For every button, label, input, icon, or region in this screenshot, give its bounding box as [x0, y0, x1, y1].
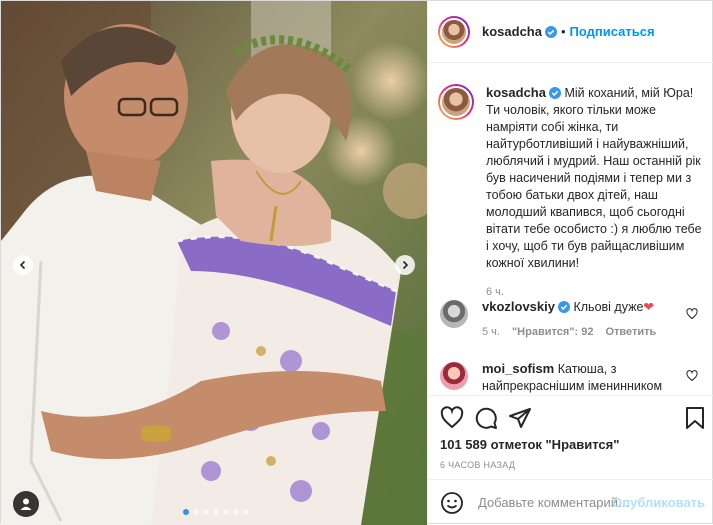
comment-like-heart-icon[interactable] — [686, 370, 698, 382]
post-actions-bar — [428, 395, 713, 439]
comment-item: moi_sofism Катюша, з найпрекраснішим іме… — [438, 360, 708, 394]
previous-photo-button[interactable] — [13, 255, 33, 275]
next-photo-button[interactable] — [395, 255, 415, 275]
comment-author-avatar[interactable] — [438, 360, 470, 392]
comment-reply-button[interactable]: Ответить — [605, 324, 656, 341]
heart-icon[interactable] — [440, 406, 464, 430]
carousel-dot — [183, 509, 189, 515]
share-icon[interactable] — [508, 406, 532, 430]
verified-badge-icon — [548, 87, 561, 99]
comment-item: vkozlovskiy Кльові дуже❤ 5 ч. "Нравится"… — [438, 298, 708, 341]
author-avatar[interactable] — [438, 15, 470, 48]
comment-text: Кльові дуже — [573, 300, 644, 314]
user-tag-icon — [20, 498, 32, 510]
bookmark-icon[interactable] — [684, 406, 706, 430]
author-username[interactable]: kosadcha — [482, 24, 542, 39]
carousel-indicator — [183, 509, 249, 515]
verified-badge-icon — [558, 301, 570, 313]
likes-count[interactable]: 101 589 отметок "Нравится" — [440, 437, 619, 452]
carousel-dot — [203, 509, 209, 515]
comment-like-count[interactable]: "Нравится": 92 — [512, 324, 593, 341]
photo-illustration — [1, 1, 427, 525]
post-timestamp[interactable]: 6 ЧАСОВ НАЗАД — [440, 460, 515, 470]
carousel-dot — [213, 509, 219, 515]
verified-badge-icon — [544, 25, 557, 38]
carousel-dot — [223, 509, 229, 515]
post-header: kosadcha • Подписаться — [428, 1, 713, 63]
comment-input[interactable]: Добавьте комментарий... — [478, 495, 629, 510]
tagged-users-button[interactable] — [13, 491, 39, 517]
carousel-dot — [233, 509, 239, 515]
caption-author-username[interactable]: kosadcha — [486, 85, 546, 100]
header-separator: • — [560, 24, 566, 39]
heart-emoji: ❤ — [643, 300, 654, 314]
add-comment-bar: Добавьте комментарий... Опубликовать — [428, 479, 713, 525]
emoji-icon[interactable] — [440, 491, 464, 515]
chevron-left-icon — [19, 260, 26, 270]
post-photo[interactable] — [1, 1, 427, 525]
caption-text: Мій коханий, мій Юра! Ти чоловік, якого … — [486, 86, 702, 270]
post-caption: kosadcha Мій коханий, мій Юра! Ти чолові… — [438, 84, 708, 301]
carousel-dot — [193, 509, 199, 515]
follow-button[interactable]: Подписаться — [570, 24, 655, 39]
comment-author-username[interactable]: vkozlovskiy — [482, 299, 555, 314]
comment-like-heart-icon[interactable] — [686, 308, 698, 320]
instagram-post: kosadcha • Подписаться kosadcha Мій коха… — [0, 0, 713, 525]
comments-list[interactable]: kosadcha Мій коханий, мій Юра! Ти чолові… — [428, 64, 713, 394]
post-sidebar: kosadcha • Подписаться kosadcha Мій коха… — [427, 1, 713, 525]
comment-author-username[interactable]: moi_sofism — [482, 361, 554, 376]
caption-author-avatar[interactable] — [438, 84, 474, 120]
comment-icon[interactable] — [474, 406, 498, 430]
publish-comment-button[interactable]: Опубликовать — [612, 495, 705, 510]
carousel-dot — [243, 509, 249, 515]
chevron-right-icon — [402, 260, 409, 270]
comment-author-avatar[interactable] — [438, 298, 470, 330]
comment-time: 5 ч. — [482, 326, 500, 338]
